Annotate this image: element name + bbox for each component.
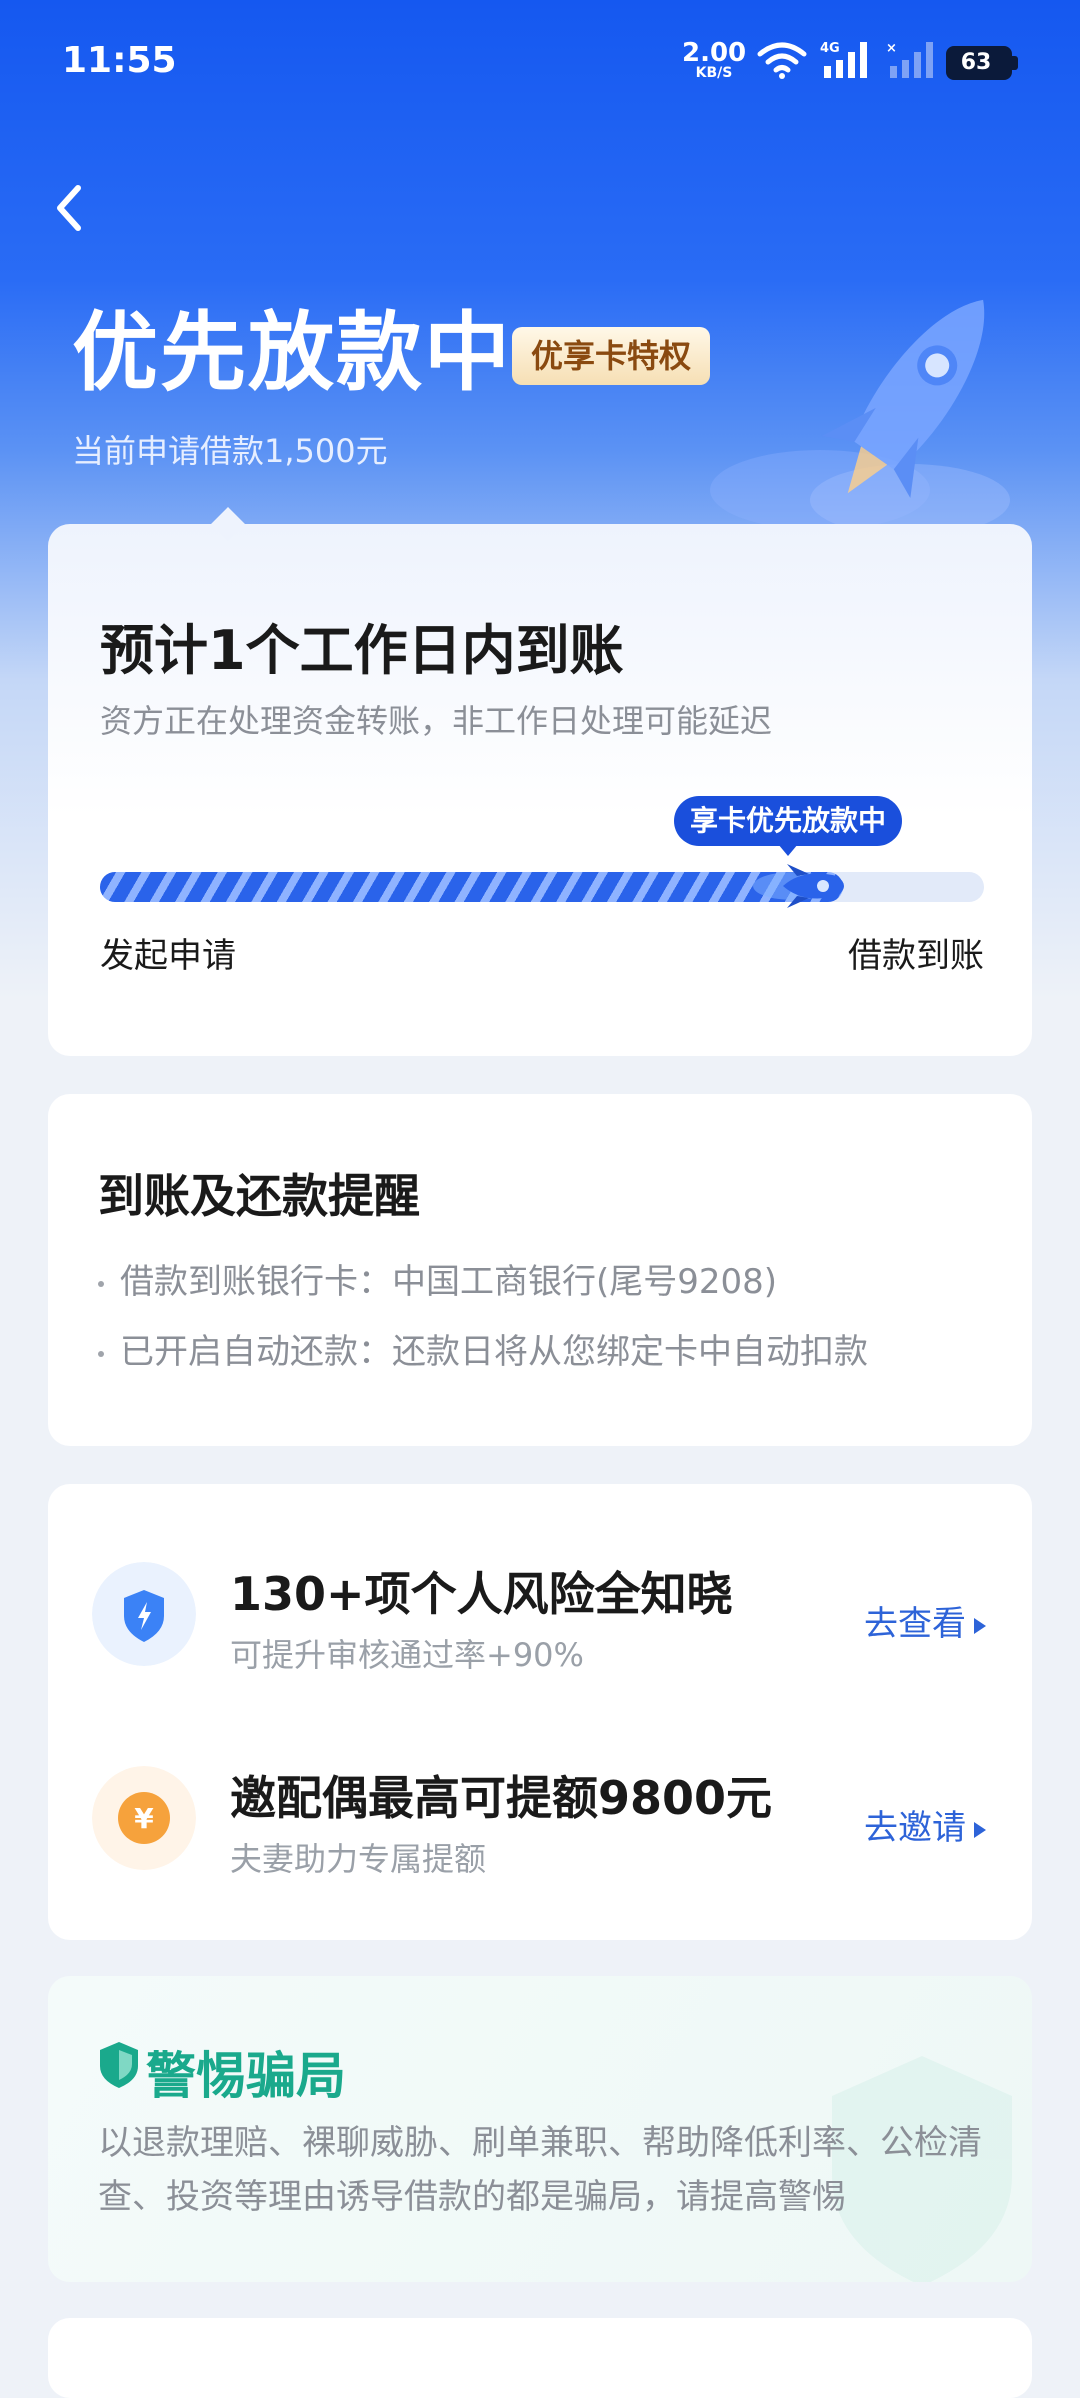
svg-text:4G: 4G	[820, 41, 840, 56]
loan-amount-subtitle: 当前申请借款1,500元	[72, 432, 388, 470]
svg-text:¥: ¥	[134, 1802, 154, 1835]
arrival-estimate-title: 预计1个工作日内到账	[100, 619, 624, 682]
progress-end-label: 借款到账	[848, 936, 984, 976]
reminder-item-text: 借款到账银行卡：中国工商银行(尾号9208)	[120, 1262, 778, 1302]
progress-start-label: 发起申请	[100, 936, 236, 976]
promo-row-risk-report[interactable]: 130+项个人风险全知晓 可提升审核通过率+90% 去查看	[48, 1534, 1032, 1694]
promo-title: 130+项个人风险全知晓	[230, 1567, 733, 1621]
invite-button-label: 去邀请	[864, 1808, 966, 1848]
view-button-label: 去查看	[864, 1604, 966, 1644]
page-title: 优先放款中	[72, 303, 512, 403]
progress-status-tag: 享卡优先放款中	[674, 796, 903, 856]
privilege-badge: 优享卡特权	[512, 327, 710, 385]
promo-title: 邀配偶最高可提额9800元	[230, 1771, 773, 1825]
network-speed-value: 2.00	[682, 38, 747, 68]
next-card	[48, 2318, 1032, 2398]
network-speed-unit: KB/S	[695, 65, 733, 81]
svg-text:×: ×	[886, 41, 897, 56]
yuan-coin-icon: ¥	[92, 1766, 196, 1870]
progress-rocket-icon	[752, 864, 844, 908]
shield-check-icon	[100, 2042, 138, 2088]
progress-track	[100, 864, 984, 908]
scam-warning-card: 警惕骗局 以退款理赔、裸聊威胁、刷单兼职、帮助降低利率、公检清查、投资等理由诱导…	[48, 1976, 1032, 2282]
battery-level: 63	[960, 50, 992, 75]
triangle-right-icon	[974, 1617, 986, 1634]
promo-row-invite-spouse[interactable]: ¥ 邀配偶最高可提额9800元 夫妻助力专属提额 去邀请	[48, 1738, 1032, 1898]
repayment-reminder-card: 到账及还款提醒 借款到账银行卡：中国工商银行(尾号9208) 已开启自动还款：还…	[48, 1094, 1032, 1446]
invite-button[interactable]: 去邀请	[864, 1800, 986, 1849]
wifi-icon	[757, 42, 807, 79]
reminder-title: 到账及还款提醒	[98, 1169, 420, 1223]
reminder-item-auto-repay: 已开启自动还款：还款日将从您绑定卡中自动扣款	[98, 1324, 868, 1373]
promo-subtitle: 夫妻助力专属提额	[230, 1840, 487, 1878]
reminder-item-text: 已开启自动还款：还款日将从您绑定卡中自动扣款	[120, 1332, 868, 1372]
lightning-shield-icon	[92, 1562, 196, 1666]
battery-icon: 63	[946, 46, 1018, 80]
rocket-illustration-icon	[710, 299, 1010, 530]
triangle-right-icon	[974, 1821, 986, 1838]
network-speed: 2.00 KB/S	[682, 40, 746, 80]
cellular-signal-icon: 4G	[820, 41, 867, 78]
cellular-signal-2-icon: ×	[886, 41, 933, 78]
arrival-estimate-description: 资方正在处理资金转账，非工作日处理可能延迟	[100, 702, 773, 740]
arrival-progress-card: 预计1个工作日内到账 资方正在处理资金转账，非工作日处理可能延迟 享卡优先放款中…	[48, 507, 1032, 1056]
status-bar: 11:55 2.00 KB/S 4G × 63	[0, 0, 1080, 120]
status-time: 11:55	[62, 40, 177, 81]
view-button[interactable]: 去查看	[864, 1596, 986, 1645]
promo-subtitle: 可提升审核通过率+90%	[230, 1636, 584, 1674]
warning-title: 警惕骗局	[146, 2047, 346, 2105]
progress-fill	[100, 872, 843, 902]
promotion-card: 130+项个人风险全知晓 可提升审核通过率+90% 去查看 ¥ 邀配偶最高可提额…	[48, 1484, 1032, 1940]
back-arrow-icon[interactable]	[46, 180, 102, 236]
reminder-item-bank-card: 借款到账银行卡：中国工商银行(尾号9208)	[98, 1254, 777, 1303]
warning-body: 以退款理赔、裸聊威胁、刷单兼职、帮助降低利率、公检清查、投资等理由诱导借款的都是…	[98, 2123, 982, 2217]
